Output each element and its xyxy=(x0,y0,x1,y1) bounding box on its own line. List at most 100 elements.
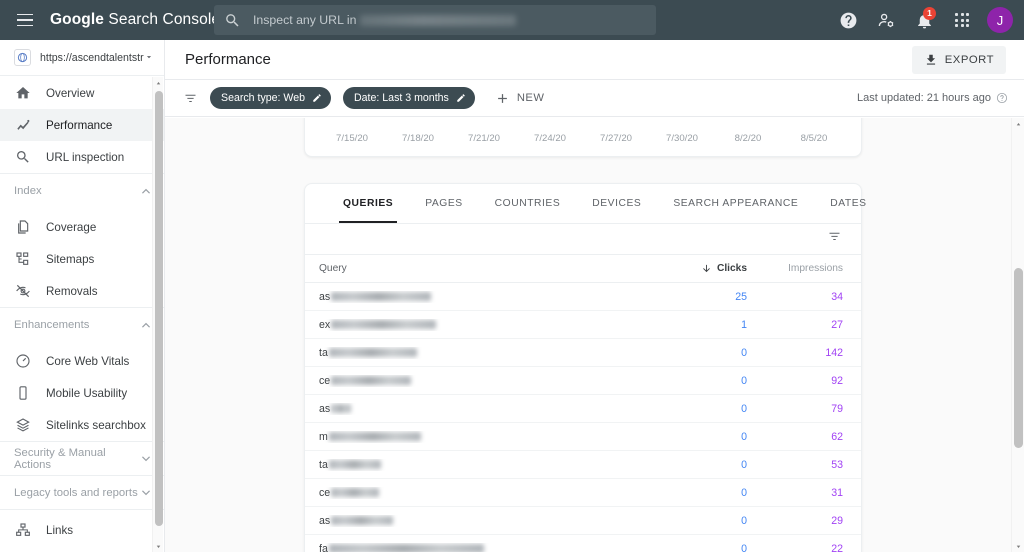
redacted-property-url xyxy=(360,14,517,26)
property-selector[interactable]: https://ascendtalentstrategie… xyxy=(0,40,164,76)
tab-devices[interactable]: DEVICES xyxy=(576,184,657,223)
cell-clicks: 25 xyxy=(735,290,747,303)
cell-impressions: 29 xyxy=(831,514,843,527)
filter-icon[interactable] xyxy=(183,91,198,106)
table-row[interactable]: ta 0 142 xyxy=(305,339,861,367)
axis-tick-label: 7/18/20 xyxy=(401,133,434,144)
filter-icon[interactable] xyxy=(824,226,845,252)
account-settings-icon[interactable] xyxy=(869,3,903,37)
tab-pages[interactable]: PAGES xyxy=(409,184,478,223)
sidebar-section-legacy-tools-and-reports[interactable]: Legacy tools and reports xyxy=(0,475,164,509)
sidebar-item-links[interactable]: Links xyxy=(0,514,164,546)
cell-query[interactable]: as xyxy=(319,515,637,527)
sidebar-item-label: Removals xyxy=(46,284,98,298)
brand-product: Search Console xyxy=(104,11,221,28)
query-redacted xyxy=(331,320,437,329)
sidebar-item-performance[interactable]: Performance xyxy=(0,109,164,141)
table-row[interactable]: ta 0 53 xyxy=(305,451,861,479)
sidebar-item-label: Core Web Vitals xyxy=(46,354,130,368)
sidebar-item-label: Links xyxy=(46,523,74,537)
table-row[interactable]: m 0 62 xyxy=(305,423,861,451)
sidebar-section-label: Enhancements xyxy=(14,318,90,331)
table-row[interactable]: ce 0 92 xyxy=(305,367,861,395)
avatar[interactable]: J xyxy=(987,7,1013,33)
cell-query[interactable]: ta xyxy=(319,459,637,471)
cell-query[interactable]: m xyxy=(319,431,637,443)
sidebar-item-settings[interactable]: Settings xyxy=(0,546,164,552)
sidebar-section-index[interactable]: Index xyxy=(0,173,164,207)
last-updated-label: Last updated: 21 hours ago xyxy=(857,92,991,104)
chart-line-icon xyxy=(14,117,32,133)
query-visible-prefix: ta xyxy=(319,458,328,471)
main-scroll-thumb[interactable] xyxy=(1014,268,1023,448)
scroll-down-icon[interactable] xyxy=(153,540,164,552)
sidebar-item-sitelinks-searchbox[interactable]: Sitelinks searchbox xyxy=(0,409,164,441)
sidebar-item-mobile-usability[interactable]: Mobile Usability xyxy=(0,377,164,409)
tab-countries[interactable]: COUNTRIES xyxy=(479,184,577,223)
mobile-icon xyxy=(14,385,32,401)
sidebar-scrollbar[interactable] xyxy=(152,77,163,552)
cell-query[interactable]: fa xyxy=(319,543,637,552)
cell-query[interactable]: as xyxy=(319,291,637,303)
search-icon xyxy=(14,149,32,165)
sidebar-item-removals[interactable]: Removals xyxy=(0,275,164,307)
help-circle-icon[interactable] xyxy=(996,92,1008,104)
topbar-actions: 1 J xyxy=(831,0,1018,40)
scroll-up-icon[interactable] xyxy=(153,77,164,89)
column-header-impressions[interactable]: Impressions xyxy=(747,263,843,274)
table-row[interactable]: as 25 34 xyxy=(305,283,861,311)
query-redacted xyxy=(331,488,380,497)
filter-chip-search-type[interactable]: Search type: Web xyxy=(210,87,332,109)
scroll-down-icon[interactable] xyxy=(1012,540,1024,552)
export-button[interactable]: EXPORT xyxy=(911,45,1006,74)
cell-clicks: 0 xyxy=(741,486,747,499)
cell-query[interactable]: ce xyxy=(319,487,637,499)
sidebar-item-core-web-vitals[interactable]: Core Web Vitals xyxy=(0,345,164,377)
main-scrollbar[interactable] xyxy=(1011,118,1024,552)
query-redacted xyxy=(328,432,421,441)
table-header-row: Query Clicks Impressions xyxy=(305,255,861,283)
sidebar-section-enhancements[interactable]: Enhancements xyxy=(0,307,164,341)
table-row[interactable]: ex 1 27 xyxy=(305,311,861,339)
url-inspection-search[interactable]: Inspect any URL in xyxy=(214,5,656,35)
sidebar-section-label: Legacy tools and reports xyxy=(14,486,138,499)
sidebar-item-coverage[interactable]: Coverage xyxy=(0,211,164,243)
cell-query[interactable]: ce xyxy=(319,375,637,387)
cell-query[interactable]: ta xyxy=(319,347,637,359)
filter-chip-date[interactable]: Date: Last 3 months xyxy=(343,87,475,109)
query-visible-prefix: ta xyxy=(319,346,328,359)
sidebar-item-url-inspection[interactable]: URL inspection xyxy=(0,141,164,173)
axis-tick-label: 8/5/20 xyxy=(800,133,828,144)
tab-dates[interactable]: DATES xyxy=(814,184,882,223)
column-header-query[interactable]: Query xyxy=(319,263,637,274)
axis-tick-label: 7/24/20 xyxy=(533,133,566,144)
query-visible-prefix: ce xyxy=(319,486,331,499)
cell-impressions: 53 xyxy=(831,458,843,471)
cell-clicks: 1 xyxy=(741,318,747,331)
tab-queries[interactable]: QUERIES xyxy=(327,184,409,223)
cell-impressions: 22 xyxy=(831,542,843,552)
table-row[interactable]: fa 0 22 xyxy=(305,535,861,552)
apps-grid-icon[interactable] xyxy=(945,3,979,37)
sidebar-section-security-manual-actions[interactable]: Security & Manual Actions xyxy=(0,441,164,475)
tab-search-appearance[interactable]: SEARCH APPEARANCE xyxy=(657,184,814,223)
eye-off-icon xyxy=(14,283,32,299)
sitemap-icon xyxy=(14,251,32,267)
help-icon[interactable] xyxy=(831,3,865,37)
sidebar-scroll-thumb[interactable] xyxy=(154,91,163,526)
add-new-filter-button[interactable]: NEW xyxy=(491,89,549,108)
table-row[interactable]: ce 0 31 xyxy=(305,479,861,507)
scroll-up-icon[interactable] xyxy=(1012,118,1024,130)
sidebar-item-overview[interactable]: Overview xyxy=(0,77,164,109)
notifications-bell-icon[interactable]: 1 xyxy=(907,3,941,37)
table-row[interactable]: as 0 29 xyxy=(305,507,861,535)
sidebar-item-sitemaps[interactable]: Sitemaps xyxy=(0,243,164,275)
query-visible-prefix: as xyxy=(319,514,331,527)
cell-query[interactable]: ex xyxy=(319,319,637,331)
table-row[interactable]: as 0 79 xyxy=(305,395,861,423)
cell-clicks: 0 xyxy=(741,402,747,415)
cell-query[interactable]: as xyxy=(319,403,637,415)
column-header-clicks[interactable]: Clicks xyxy=(637,263,747,274)
main-menu-icon[interactable] xyxy=(8,3,42,37)
query-visible-prefix: ce xyxy=(319,374,331,387)
